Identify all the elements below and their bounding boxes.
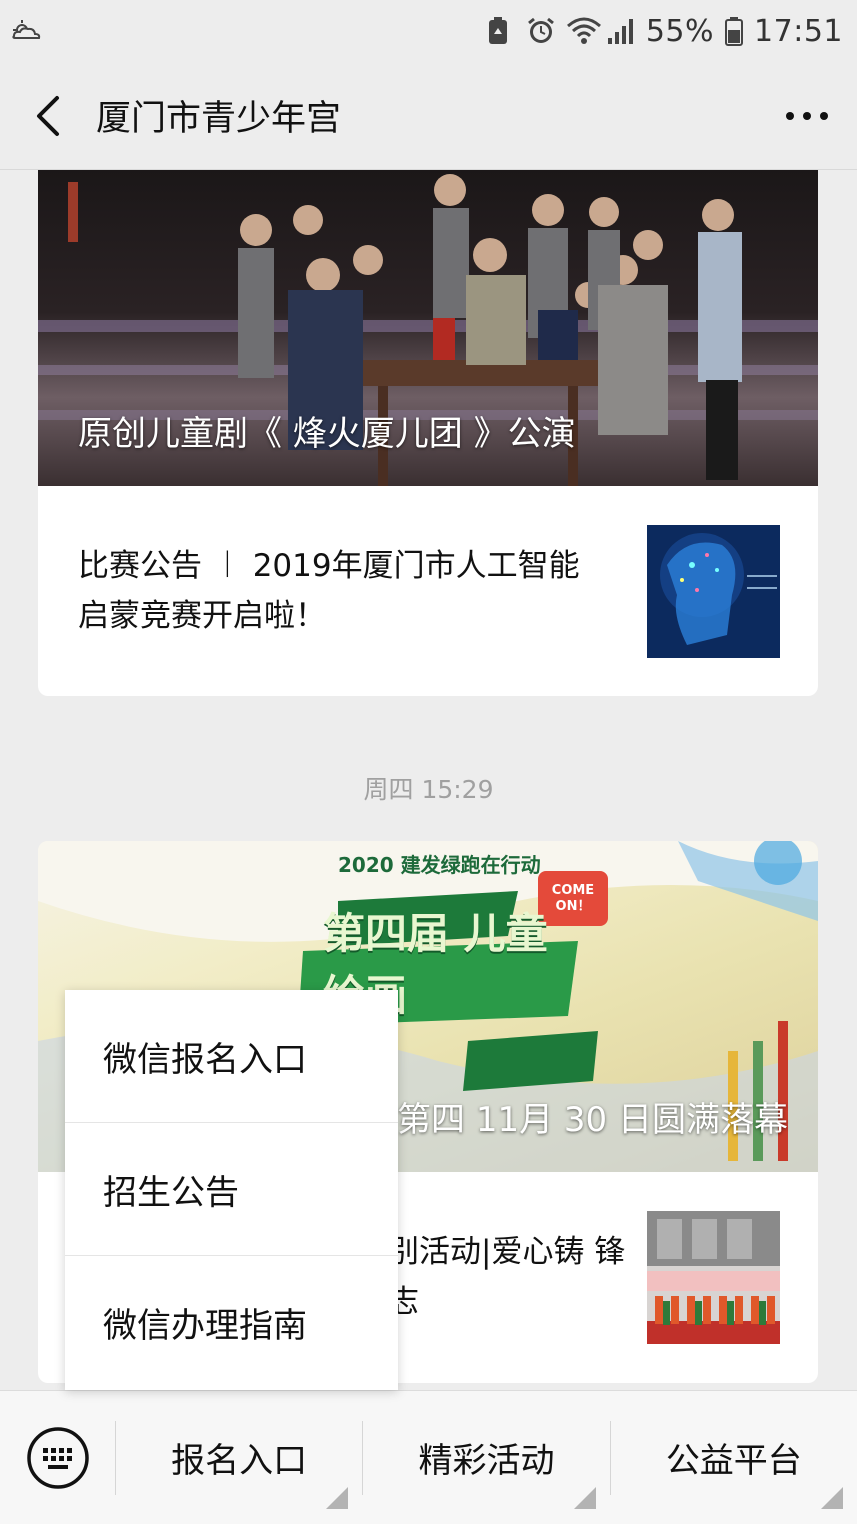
clock: 17:51: [754, 13, 843, 49]
back-button[interactable]: [8, 62, 88, 170]
menu-tab-label: 精彩活动: [418, 1441, 555, 1481]
menu-item-wechat-signup[interactable]: 微信报名入口: [65, 990, 398, 1123]
menu-item-enrollment-notice[interactable]: 招生公告: [65, 1123, 398, 1256]
ai-head-image: [647, 524, 780, 658]
article-cover-title[interactable]: 原创儿童剧《 烽火厦儿团 》公演: [78, 406, 788, 462]
battery-icon: [724, 16, 744, 46]
status-bar: 55% 17:51: [0, 0, 857, 62]
ai-thumbnail: [647, 524, 780, 658]
weather-icon: [10, 16, 41, 46]
wifi-icon: [566, 16, 601, 46]
menu-tab-label: 公益平台: [665, 1441, 802, 1481]
recycle-notification-icon: [486, 16, 516, 46]
message-timestamp: 周四 15:29: [363, 775, 494, 804]
poster-year-text: 2020 建发绿跑在行动: [338, 853, 541, 877]
back-arrow-icon: [37, 95, 59, 136]
keyboard-toggle-button[interactable]: [0, 1391, 115, 1524]
more-dots-icon: [786, 111, 828, 120]
alarm-icon: [526, 16, 556, 46]
keyboard-icon: [26, 1426, 89, 1489]
submenu-corner-icon: [573, 1486, 596, 1509]
signal-icon: [606, 16, 636, 46]
menu-tab-label: 报名入口: [171, 1441, 308, 1481]
charity-event-thumbnail: [647, 1210, 780, 1344]
battery-percent: 55%: [645, 13, 715, 49]
article-card[interactable]: 原创儿童剧《 烽火厦儿团 》公演 比赛公告 ︱ 2019年厦门市人工智能启蒙竞赛…: [38, 170, 818, 696]
group-photo-image: [647, 1210, 780, 1344]
menu-item-wechat-guide[interactable]: 微信办理指南: [65, 1256, 398, 1389]
menu-tab-signup[interactable]: 报名入口: [116, 1391, 362, 1524]
article-cover[interactable]: 原创儿童剧《 烽火厦儿团 》公演: [38, 170, 818, 486]
poster-badge: COME ON！: [551, 883, 595, 914]
submenu-popup: 微信报名入口 招生公告 微信办理指南: [65, 990, 398, 1390]
submenu-corner-icon: [326, 1486, 349, 1509]
more-options-button[interactable]: [757, 62, 857, 170]
app-header: 厦门市青少年宫: [0, 62, 857, 170]
page-title: 厦门市青少年宫: [96, 99, 342, 139]
sub-article-item[interactable]: 比赛公告 ︱ 2019年厦门市人工智能启蒙竞赛开启啦！: [38, 486, 818, 696]
menu-tab-charity[interactable]: 公益平台: [611, 1391, 857, 1524]
menu-tab-activities[interactable]: 精彩活动: [363, 1391, 609, 1524]
submenu-corner-icon: [820, 1486, 843, 1509]
sub-article-title[interactable]: 比赛公告 ︱ 2019年厦门市人工智能启蒙竞赛开启啦！: [78, 541, 598, 641]
bottom-menu-bar: 报名入口 精彩活动 公益平台: [0, 1390, 857, 1524]
